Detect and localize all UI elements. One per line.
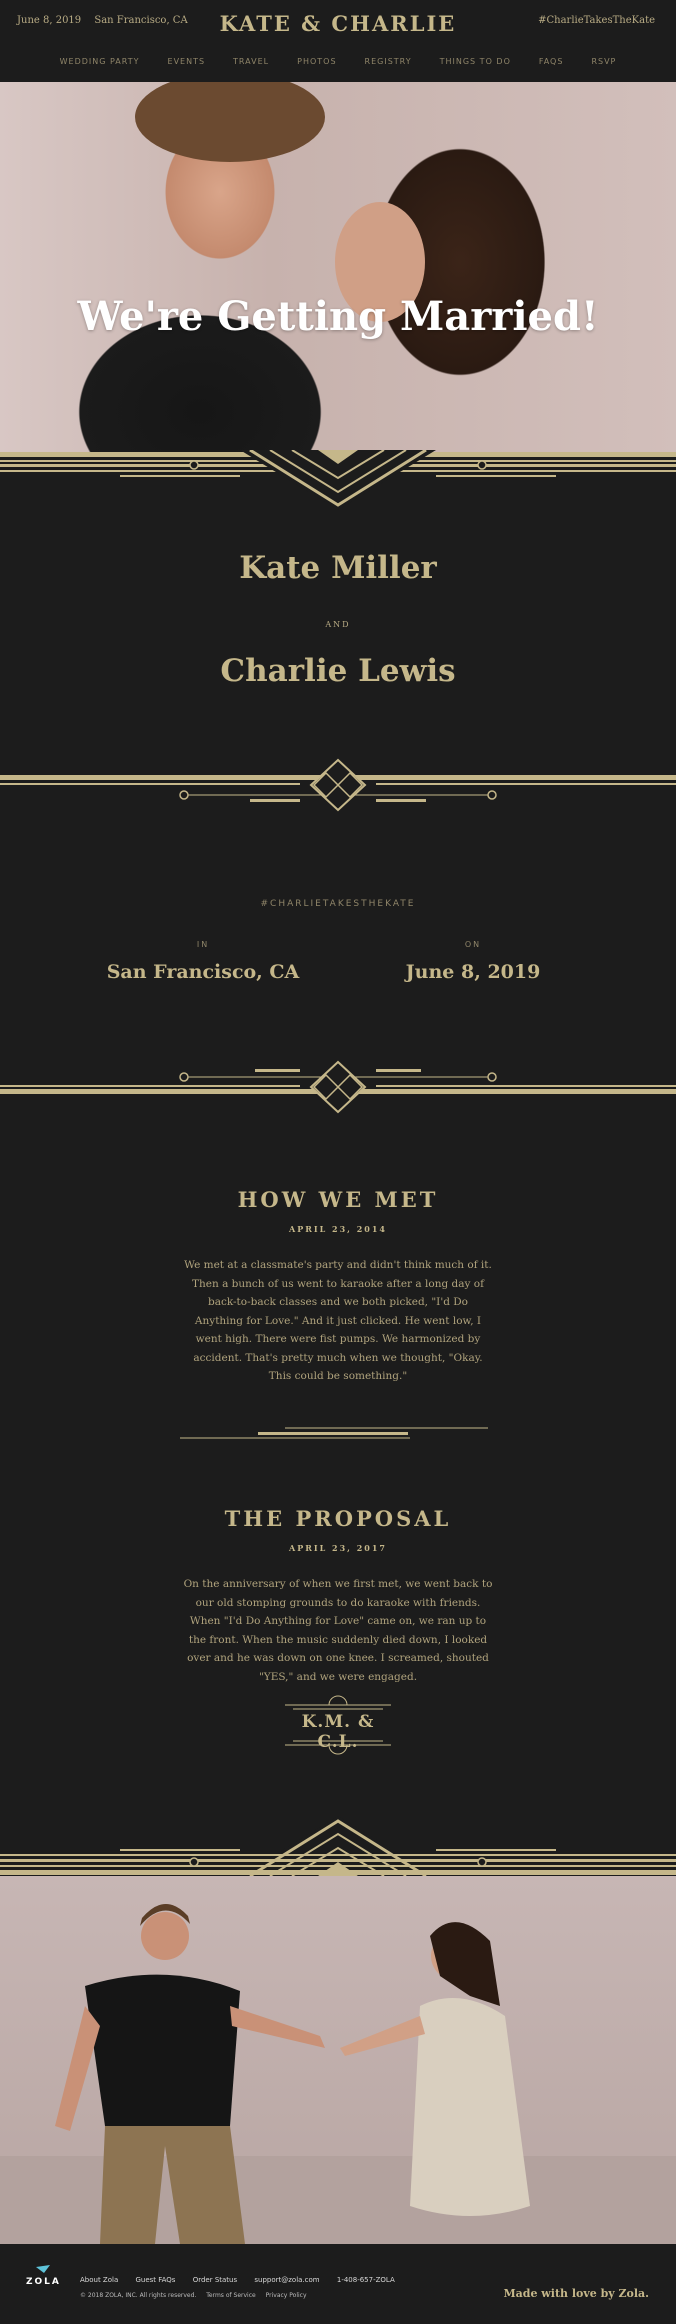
footer-copyright: © 2018 ZOLA, INC. All rights reserved.: [80, 2292, 197, 2299]
line-divider: [180, 1427, 488, 1439]
proposal-section: THE PROPOSAL APRIL 23, 2017 On the anniv…: [0, 1506, 676, 1686]
location-label: IN: [196, 940, 210, 949]
how-we-met-text: We met at a classmate's party and didn't…: [184, 1259, 492, 1382]
partner-2-name: Charlie Lewis: [220, 653, 456, 689]
monogram: K.M. & C.L.: [283, 1695, 393, 1755]
couple-dancing-photo: [0, 1876, 676, 2244]
deco-divider-bottom: [0, 1816, 676, 1876]
zola-logo[interactable]: ZOLA: [26, 2277, 61, 2287]
made-with-love[interactable]: Made with love by Zola.: [503, 2287, 649, 2300]
footer-guest-faqs-link[interactable]: Guest FAQs: [135, 2276, 175, 2284]
footer-support-email-link[interactable]: support@zola.com: [254, 2276, 319, 2284]
footer-phone-link[interactable]: 1-408-657-ZOLA: [337, 2276, 395, 2284]
proposal-date: APRIL 23, 2017: [289, 1543, 387, 1553]
footer-order-status-link[interactable]: Order Status: [193, 2276, 237, 2284]
zola-logo-icon: [36, 2265, 50, 2273]
date-block: ON June 8, 2019: [323, 940, 623, 983]
proposal-title: THE PROPOSAL: [224, 1506, 452, 1531]
site-footer: ZOLA About Zola Guest FAQs Order Status …: [0, 2244, 676, 2324]
couple-names: Kate Miller AND Charlie Lewis: [0, 550, 676, 689]
hero-title: We're Getting Married!: [77, 293, 599, 340]
date-label: ON: [464, 940, 482, 949]
nav-faqs[interactable]: FAQS: [539, 57, 564, 66]
nav-registry[interactable]: REGISTRY: [365, 57, 412, 66]
nav-travel[interactable]: TRAVEL: [233, 57, 269, 66]
footer-privacy-link[interactable]: Privacy Policy: [266, 2292, 307, 2299]
footer-legal: © 2018 ZOLA, INC. All rights reserved. T…: [80, 2292, 315, 2299]
deco-divider-diamond-1: [0, 758, 676, 812]
main-nav: WEDDING PARTY EVENTS TRAVEL PHOTOS REGIS…: [0, 57, 676, 66]
how-we-met-date: APRIL 23, 2014: [289, 1224, 387, 1234]
footer-about-link[interactable]: About Zola: [80, 2276, 118, 2284]
hero-photo: We're Getting Married!: [0, 82, 676, 452]
location-value: San Francisco, CA: [106, 961, 300, 983]
nav-photos[interactable]: PHOTOS: [297, 57, 336, 66]
nav-events[interactable]: EVENTS: [168, 57, 206, 66]
how-we-met-title: HOW WE MET: [237, 1187, 439, 1212]
deco-divider-diamond-2: [0, 1060, 676, 1114]
and-label: AND: [325, 620, 351, 629]
nav-wedding-party[interactable]: WEDDING PARTY: [60, 57, 140, 66]
footer-links: About Zola Guest FAQs Order Status suppo…: [80, 2276, 410, 2284]
nav-things-to-do[interactable]: THINGS TO DO: [440, 57, 511, 66]
deco-divider-top: [0, 450, 676, 510]
how-we-met-section: HOW WE MET APRIL 23, 2014 We met at a cl…: [0, 1187, 676, 1386]
date-value: June 8, 2019: [405, 961, 541, 983]
nav-rsvp[interactable]: RSVP: [591, 57, 616, 66]
details-hashtag: #CHARLIETAKESTHEKATE: [260, 899, 416, 909]
footer-terms-link[interactable]: Terms of Service: [206, 2292, 255, 2299]
location-block: IN San Francisco, CA: [53, 940, 353, 983]
proposal-text: On the anniversary of when we first met,…: [183, 1578, 493, 1683]
header-hashtag: #CharlieTakesTheKate: [538, 15, 655, 26]
couple-dancing-illustration: [0, 1903, 676, 2244]
partner-1-name: Kate Miller: [239, 550, 437, 586]
monogram-text: K.M. & C.L.: [301, 1712, 375, 1752]
site-header: June 8, 2019 San Francisco, CA KATE & CH…: [0, 0, 676, 82]
